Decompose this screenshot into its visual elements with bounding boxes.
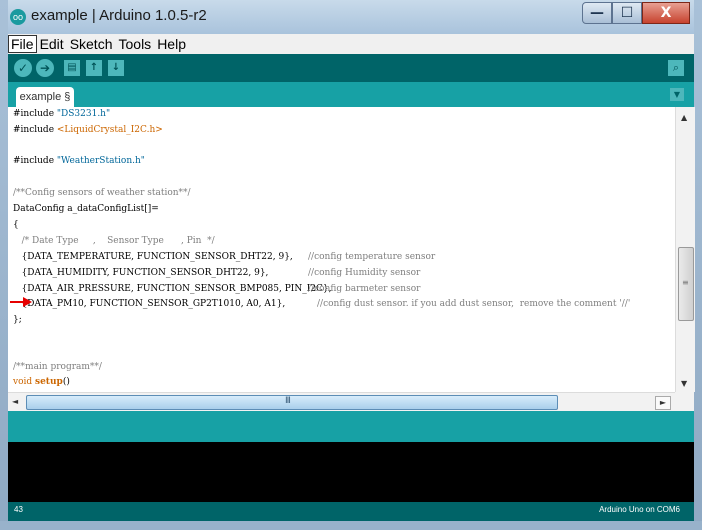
tab-example[interactable]: example §	[16, 87, 74, 107]
code-token: "DS3231.h"	[56, 109, 111, 119]
scrollbar-corner	[675, 392, 694, 411]
horizontal-scrollbar[interactable]: ◄ III ►	[8, 392, 675, 412]
menu-edit[interactable]: Edit	[37, 35, 67, 53]
arduino-window: oo example | Arduino 1.0.5-r2 — ☐ X File…	[0, 0, 702, 530]
triangle-down-icon: ▼	[673, 90, 681, 99]
code-comment: //config dust sensor. if you add dust se…	[317, 299, 631, 309]
window-frame-bottom	[0, 521, 702, 530]
code-token: <LiquidCrystal_I2C.h>	[56, 125, 163, 135]
code-line: {DATA_TEMPERATURE, FUNCTION_SENSOR_DHT22…	[13, 252, 293, 262]
code-comment: //config temperature sensor	[308, 252, 436, 262]
open-icon: ↑	[89, 62, 99, 73]
upload-button[interactable]: ➔	[36, 59, 54, 77]
code-line: {DATA_PM10, FUNCTION_SENSOR_GP2T1010, A0…	[13, 299, 286, 309]
code-comment: //config barmeter sensor	[308, 284, 421, 294]
code-line: {DATA_AIR_PRESSURE, FUNCTION_SENSOR_BMP0…	[13, 284, 332, 294]
code-line: DataConfig a_dataConfigList[]=	[13, 204, 159, 214]
serial-monitor-button[interactable]: ⌕	[668, 60, 684, 76]
scroll-left-icon[interactable]: ◄	[12, 397, 18, 406]
vertical-scrollbar[interactable]: ▲ ≡ ▼	[675, 107, 695, 392]
code-line: void setup()	[13, 377, 70, 387]
code-token: #include	[13, 156, 57, 166]
verify-button[interactable]: ✓	[14, 59, 32, 77]
arrow-right-icon: ➔	[39, 61, 51, 75]
menu-help[interactable]: Help	[154, 35, 189, 53]
code-editor[interactable]: #include "DS3231.h" #include <LiquidCrys…	[8, 107, 675, 392]
code-comment: //config Humidity sensor	[308, 268, 421, 278]
new-file-icon: ▤	[67, 62, 77, 73]
scroll-up-icon[interactable]: ▲	[681, 113, 687, 122]
menu-tools[interactable]: Tools	[116, 35, 155, 53]
magnifier-icon: ⌕	[672, 61, 680, 74]
code-line: #include <LiquidCrystal_I2C.h>	[13, 125, 163, 135]
code-line: /* Date Type , Sensor Type , Pin */	[13, 236, 215, 246]
title-bar[interactable]: oo example | Arduino 1.0.5-r2 — ☐ X	[0, 0, 702, 34]
window-frame-left	[0, 0, 8, 530]
maximize-button[interactable]: ☐	[612, 2, 642, 24]
menu-file[interactable]: File	[8, 35, 37, 53]
close-icon: X	[660, 5, 672, 21]
code-token: setup	[35, 377, 63, 387]
vertical-scroll-thumb[interactable]: ≡	[678, 247, 694, 321]
grip-icon: ≡	[682, 278, 689, 287]
code-line: {	[13, 220, 19, 230]
message-area	[8, 411, 694, 442]
code-line: {DATA_HUMIDITY, FUNCTION_SENSOR_DHT22, 9…	[13, 268, 269, 278]
horizontal-scroll-thumb[interactable]: III	[26, 395, 558, 410]
code-line: /**main program**/	[13, 362, 102, 372]
window-frame-right	[694, 0, 702, 530]
minimize-button[interactable]: —	[582, 2, 612, 24]
save-icon: ↓	[111, 62, 121, 73]
menu-sketch[interactable]: Sketch	[67, 35, 116, 53]
grip-icon: III	[285, 396, 291, 406]
open-button[interactable]: ↑	[86, 60, 102, 76]
code-line: /**Config sensors of weather station**/	[13, 188, 191, 198]
minimize-icon: —	[590, 5, 604, 21]
code-line: #include "DS3231.h"	[13, 109, 110, 119]
code-line: #include "WeatherStation.h"	[13, 156, 145, 166]
scroll-down-icon[interactable]: ▼	[681, 379, 687, 388]
arduino-app-icon: oo	[10, 9, 26, 25]
code-token: ()	[62, 377, 70, 387]
scroll-right-icon[interactable]: ►	[655, 396, 671, 410]
code-text: #include "DS3231.h" #include <LiquidCrys…	[13, 107, 630, 387]
check-icon: ✓	[17, 61, 29, 75]
toolbar: ✓ ➔ ▤ ↑ ↓ ⌕	[8, 54, 694, 82]
menu-bar: File Edit Sketch Tools Help	[8, 34, 694, 54]
code-token: void	[13, 377, 36, 387]
new-button[interactable]: ▤	[64, 60, 80, 76]
code-token: "WeatherStation.h"	[56, 156, 145, 166]
board-port-label: Arduino Uno on COM6	[599, 505, 680, 514]
code-line: };	[13, 315, 22, 325]
maximize-icon: ☐	[620, 5, 634, 21]
status-bar: 43 Arduino Uno on COM6	[8, 502, 694, 521]
window-controls: — ☐ X	[582, 2, 690, 24]
tab-menu-button[interactable]: ▼	[670, 88, 684, 101]
red-arrow-icon	[10, 297, 32, 307]
close-button[interactable]: X	[642, 2, 690, 24]
code-token: #include	[13, 109, 57, 119]
code-token: #include	[13, 125, 57, 135]
line-number: 43	[14, 505, 23, 514]
console-output[interactable]	[8, 442, 694, 502]
save-button[interactable]: ↓	[108, 60, 124, 76]
window-title: example | Arduino 1.0.5-r2	[31, 7, 207, 24]
tab-bar: example § ▼	[8, 82, 694, 107]
